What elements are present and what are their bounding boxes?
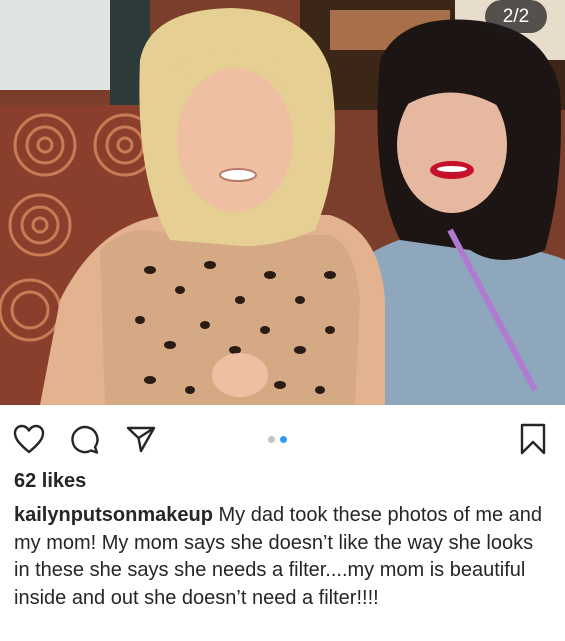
carousel-indicator — [268, 436, 287, 443]
carousel-dot — [268, 436, 275, 443]
carousel-dot-active — [280, 436, 287, 443]
photo-illustration — [0, 0, 565, 405]
caption-username[interactable]: kailynputsonmakeup — [14, 504, 213, 526]
bookmark-outline-icon[interactable] — [516, 422, 550, 456]
carousel-counter: 2/2 — [485, 0, 547, 33]
heart-outline-icon[interactable] — [12, 422, 46, 456]
post-actions-bar — [0, 405, 565, 465]
paper-plane-icon[interactable] — [124, 422, 158, 456]
comment-bubble-icon[interactable] — [68, 422, 102, 456]
post-photo[interactable]: 2/2 — [0, 0, 565, 405]
post-caption: kailynputsonmakeup My dad took these pho… — [14, 502, 554, 612]
likes-count[interactable]: 62 likes — [14, 470, 86, 493]
